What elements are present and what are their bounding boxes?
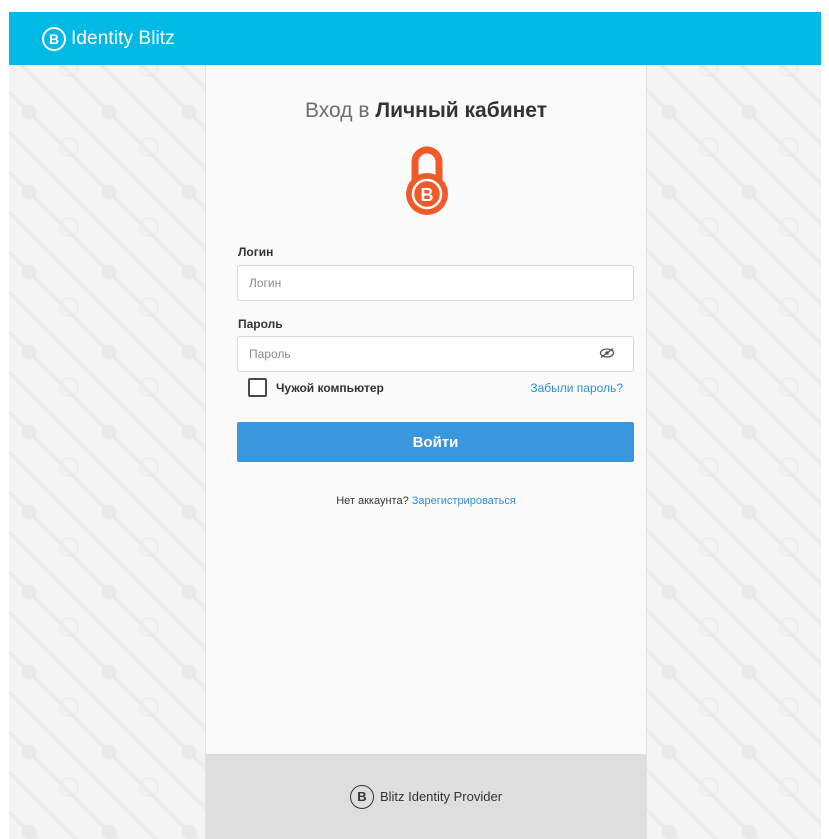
login-button[interactable]: Войти bbox=[237, 422, 634, 462]
lock-b-icon: B bbox=[406, 146, 448, 215]
page-title: Вход в Личный кабинет bbox=[206, 99, 646, 123]
title-prefix: Вход в bbox=[305, 99, 370, 122]
page-background: B Identity Blitz Вход в Личный кабинет B… bbox=[9, 12, 821, 839]
password-label: Пароль bbox=[238, 317, 283, 331]
register-link[interactable]: Зарегистрироваться bbox=[412, 495, 516, 507]
brand[interactable]: B Identity Blitz bbox=[42, 26, 175, 51]
footer-logo-icon: B bbox=[349, 784, 374, 809]
foreign-computer-checkbox[interactable] bbox=[248, 378, 267, 397]
register-row: Нет аккаунта? Зарегистрироваться bbox=[206, 495, 646, 507]
forgot-password-link[interactable]: Забыли пароль? bbox=[530, 381, 623, 395]
brand-logo-icon: B bbox=[42, 26, 66, 51]
top-bar: B Identity Blitz bbox=[9, 12, 821, 65]
footer: B Blitz Identity Provider bbox=[206, 754, 646, 839]
foreign-computer-label[interactable]: Чужой компьютер bbox=[276, 381, 384, 395]
eye-hidden-icon[interactable] bbox=[599, 348, 615, 358]
title-main: Личный кабинет bbox=[375, 99, 547, 122]
login-input[interactable] bbox=[237, 265, 634, 301]
login-label: Логин bbox=[238, 245, 274, 259]
password-input[interactable] bbox=[237, 336, 634, 372]
brand-name: Identity Blitz bbox=[71, 27, 175, 49]
register-prompt: Нет аккаунта? bbox=[336, 495, 409, 507]
svg-text:B: B bbox=[421, 185, 434, 205]
login-card: Вход в Личный кабинет B Логин Пароль Чуж… bbox=[205, 65, 647, 839]
footer-brand: Blitz Identity Provider bbox=[379, 789, 503, 804]
